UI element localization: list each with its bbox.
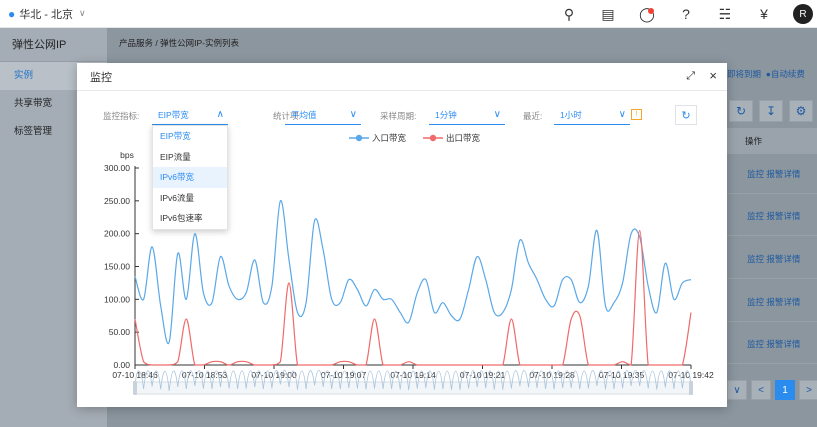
refresh-list-button[interactable]: ↻	[729, 100, 753, 122]
dropdown-option-ipv6-bandwidth[interactable]: IPv6带宽	[153, 167, 227, 188]
notification-dot	[648, 7, 654, 14]
page-number[interactable]: 1	[775, 380, 795, 400]
row-actions[interactable]: 监控 报警详情	[727, 196, 817, 236]
y-tick-label: 300.00	[104, 163, 130, 173]
settings-button[interactable]: ⚙	[789, 100, 813, 122]
sidebar-title: 弹性公网IP	[0, 28, 107, 62]
bandwidth-chart: bps 0.00 50.00 100.00 150.00 200.00 250.00 300.…	[104, 133, 714, 395]
legend-marker	[429, 134, 437, 142]
search-icon[interactable]: ⚲	[554, 6, 584, 23]
zoom-slider-track	[134, 381, 692, 395]
document-icon[interactable]: ▤	[593, 6, 623, 23]
currency-icon[interactable]: ¥	[749, 6, 779, 22]
next-page-button[interactable]: >	[799, 380, 817, 400]
zoom-slider-handle-left[interactable]	[133, 381, 137, 395]
download-button[interactable]: ↧	[759, 100, 783, 122]
expiring-link[interactable]: 即将到期	[727, 69, 761, 79]
y-tick-label: 50.00	[109, 327, 131, 337]
prev-page-button[interactable]: <	[751, 380, 771, 400]
series-line-outbound	[134, 229, 692, 366]
legend-label: 入口带宽	[372, 133, 407, 143]
header-links: 即将到期 ●自动续费	[727, 68, 805, 80]
row-actions[interactable]: 监控 报警详情	[727, 324, 817, 364]
breadcrumb: 产品服务 / 弹性公网IP-实例列表	[119, 38, 239, 48]
legend-marker	[355, 134, 363, 142]
y-tick-label: 100.00	[104, 294, 130, 304]
help-icon[interactable]: ?	[671, 6, 701, 22]
auto-renew-link[interactable]: 自动续费	[771, 69, 805, 79]
dropdown-option-ipv6-traffic[interactable]: IPv6流量	[153, 188, 227, 209]
row-actions[interactable]: 监控 报警详情	[727, 239, 817, 279]
y-tick-label: 0.00	[113, 360, 130, 370]
dropdown-option-eip-traffic[interactable]: EIP流量	[153, 147, 227, 168]
pagination: ∨ < 1 >	[727, 380, 817, 400]
page-size-dropdown[interactable]: ∨	[727, 380, 747, 400]
y-axis-label: bps	[120, 150, 134, 160]
top-bar: ● 华北 - 北京 ∨ ⚲ ▤ ◯ ? ☵ ¥ R	[0, 0, 817, 28]
message-icon[interactable]: ◯	[632, 6, 662, 23]
legend-label: 出口带宽	[446, 133, 481, 143]
metric-dropdown: EIP带宽 EIP流量 IPv6带宽 IPv6流量 IPv6包速率	[152, 125, 228, 230]
row-actions[interactable]: 监控 报警详情	[727, 154, 817, 194]
zoom-slider-handle-right[interactable]	[689, 381, 693, 395]
y-tick-label: 250.00	[104, 196, 130, 206]
y-tick-label: 200.00	[104, 229, 130, 239]
network-icon[interactable]: ☵	[710, 6, 740, 23]
region-selector[interactable]: ● 华北 - 北京 ∨	[8, 6, 86, 22]
row-actions[interactable]: 监控 报警详情	[727, 282, 817, 322]
avatar[interactable]: R	[793, 4, 813, 24]
monitor-modal: 监控 ⤢ × 监控指标: EIP带宽 ∧ 统计项: 平均值 ∨ 采样周期: 1分…	[77, 63, 727, 407]
y-tick-label: 150.00	[104, 262, 130, 272]
region-label: 华北 - 北京	[19, 8, 74, 21]
dropdown-option-ipv6-packet-rate[interactable]: IPv6包速率	[153, 208, 227, 229]
chevron-down-icon: ∨	[79, 8, 86, 18]
location-pin-icon: ●	[8, 6, 16, 21]
dropdown-option-eip-bandwidth[interactable]: EIP带宽	[153, 126, 227, 147]
column-header-actions: 操作	[727, 128, 817, 154]
